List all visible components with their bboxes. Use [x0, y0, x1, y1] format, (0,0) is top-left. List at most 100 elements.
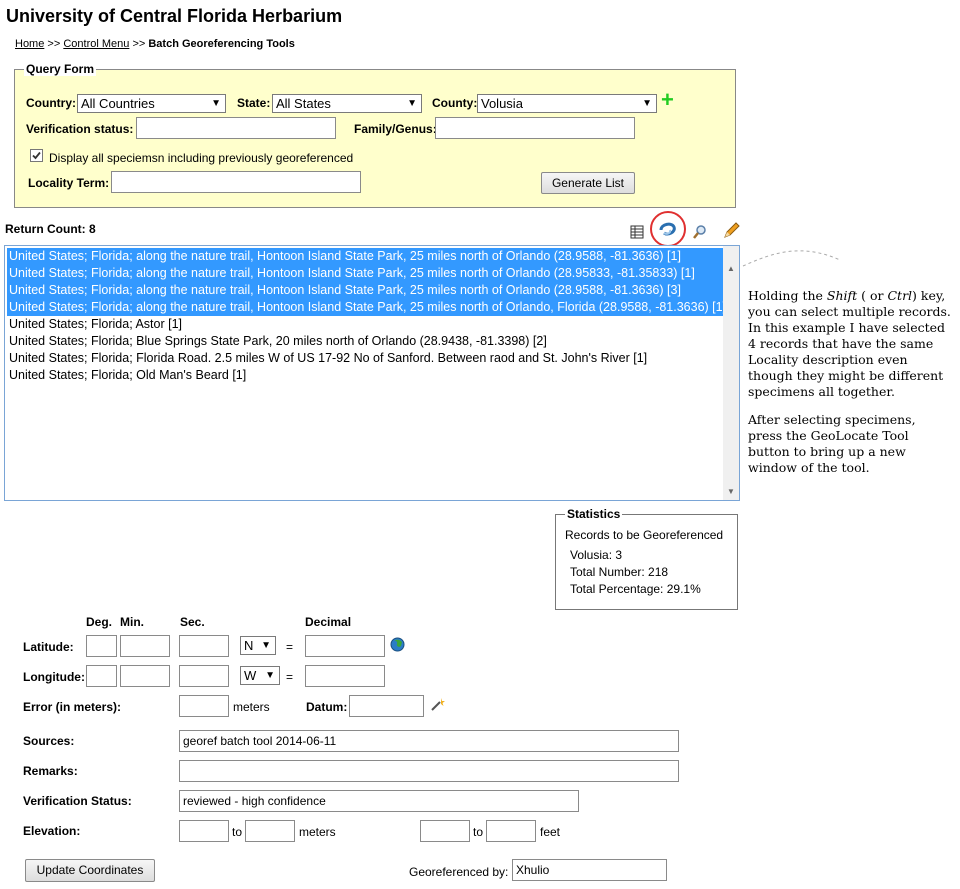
sources-input[interactable]: georef batch tool 2014-06-11 — [179, 730, 679, 752]
verification-status-label: Verification status: — [26, 122, 134, 136]
chevron-down-icon: ▼ — [261, 640, 271, 651]
elevation-max-meters-input[interactable] — [245, 820, 295, 842]
min-header: Min. — [120, 615, 144, 629]
statistics-subtitle: Records to be Georeferenced — [565, 528, 724, 542]
elevation-to-label-feet: to — [473, 825, 484, 839]
elevation-min-meters-input[interactable] — [179, 820, 229, 842]
error-units: meters — [233, 700, 270, 714]
list-item[interactable]: United States; Florida; along the nature… — [7, 282, 726, 299]
elevation-feet-units: feet — [540, 825, 561, 839]
georeferenced-by-input[interactable]: Xhulio — [512, 859, 667, 881]
deg-header: Deg. — [86, 615, 113, 629]
longitude-equals: = — [286, 670, 294, 684]
query-form-legend: Query Form — [24, 62, 97, 76]
generate-list-button[interactable]: Generate List — [541, 172, 635, 194]
statistics-county: Volusia: 3 — [570, 548, 623, 562]
locality-term-label: Locality Term: — [28, 176, 110, 190]
longitude-label: Longitude: — [23, 670, 85, 684]
country-select[interactable]: All Countries ▼ — [77, 94, 226, 113]
add-plus-icon[interactable]: + — [661, 89, 674, 111]
remarks-input[interactable] — [179, 760, 679, 782]
breadcrumb-separator: >> — [132, 38, 146, 50]
statistics-total: Total Number: 218 — [570, 565, 669, 579]
chevron-down-icon: ▼ — [211, 98, 221, 109]
display-all-checkbox[interactable] — [30, 149, 43, 162]
page-title: University of Central Florida Herbarium — [6, 6, 343, 26]
listbox-scrollbar[interactable]: ▲ ▼ — [723, 246, 739, 500]
annotation-arrow — [742, 250, 841, 267]
verification-status-field[interactable]: reviewed - high confidence — [179, 790, 579, 812]
table-view-icon[interactable] — [630, 225, 644, 242]
list-item[interactable]: United States; Florida; along the nature… — [7, 248, 726, 265]
longitude-sec-input[interactable] — [179, 665, 229, 687]
chevron-down-icon: ▼ — [642, 98, 652, 109]
longitude-direction-select[interactable]: W ▼ — [240, 666, 280, 685]
datum-input[interactable] — [349, 695, 424, 717]
list-item[interactable]: United States; Florida; along the nature… — [7, 299, 726, 316]
elevation-max-feet-input[interactable] — [486, 820, 536, 842]
annotation-note: Holding the Shift ( or Ctrl) key, you ca… — [748, 288, 951, 475]
state-label: State: — [237, 96, 271, 110]
longitude-direction-value: W — [244, 668, 257, 683]
family-genus-input[interactable] — [435, 117, 635, 139]
globe-icon[interactable] — [390, 637, 405, 655]
latitude-sec-input[interactable] — [179, 635, 229, 657]
records-listbox[interactable]: United States; Florida; along the nature… — [4, 245, 740, 501]
latitude-direction-value: N — [244, 638, 254, 653]
county-label: County: — [432, 96, 478, 110]
error-label: Error (in meters): — [23, 700, 122, 714]
latitude-direction-select[interactable]: N ▼ — [240, 636, 276, 655]
country-select-value: All Countries — [81, 96, 155, 111]
wand-icon[interactable] — [430, 697, 445, 715]
decimal-header: Decimal — [305, 615, 352, 629]
display-all-label: Display all speciemsn including previous… — [49, 151, 354, 165]
breadcrumb-home-link[interactable]: Home — [15, 38, 44, 50]
return-count: Return Count: 8 — [5, 222, 96, 236]
chevron-down-icon: ▼ — [265, 670, 275, 681]
datum-label: Datum: — [306, 700, 348, 714]
longitude-deg-input[interactable] — [86, 665, 117, 687]
list-item[interactable]: United States; Florida; Old Man's Beard … — [7, 367, 726, 384]
longitude-min-input[interactable] — [120, 665, 170, 687]
scroll-down-icon[interactable]: ▼ — [727, 487, 735, 496]
family-genus-label: Family/Genus: — [354, 122, 437, 136]
breadcrumb-current: Batch Georeferencing Tools — [148, 38, 295, 50]
geolocate-tool-icon[interactable] — [658, 220, 678, 243]
elevation-to-label: to — [232, 825, 243, 839]
verification-status-input[interactable] — [136, 117, 336, 139]
list-item[interactable]: United States; Florida; Florida Road. 2.… — [7, 350, 726, 367]
latitude-deg-input[interactable] — [86, 635, 117, 657]
pencil-icon[interactable] — [721, 221, 741, 244]
breadcrumb-control-menu-link[interactable]: Control Menu — [63, 38, 129, 50]
elevation-min-feet-input[interactable] — [420, 820, 470, 842]
list-item[interactable]: United States; Florida; Astor [1] — [7, 316, 726, 333]
magnifier-icon[interactable] — [692, 224, 708, 243]
scroll-up-icon[interactable]: ▲ — [727, 264, 735, 273]
breadcrumb-separator: >> — [47, 38, 61, 50]
latitude-min-input[interactable] — [120, 635, 170, 657]
locality-term-input[interactable] — [111, 171, 361, 193]
list-item[interactable]: United States; Florida; Blue Springs Sta… — [7, 333, 726, 350]
longitude-decimal-input[interactable] — [305, 665, 385, 687]
chevron-down-icon: ▼ — [407, 98, 417, 109]
state-select-value: All States — [276, 96, 331, 111]
checkmark-icon — [32, 151, 41, 160]
elevation-meters-units: meters — [299, 825, 336, 839]
list-item[interactable]: United States; Florida; along the nature… — [7, 265, 726, 282]
remarks-label: Remarks: — [23, 764, 78, 778]
latitude-decimal-input[interactable] — [305, 635, 385, 657]
latitude-equals: = — [286, 640, 294, 654]
sources-label: Sources: — [23, 734, 75, 748]
verification-status-label-2: Verification Status: — [23, 794, 132, 808]
county-select-value: Volusia — [481, 96, 523, 111]
error-input[interactable] — [179, 695, 229, 717]
update-coordinates-button[interactable]: Update Coordinates — [25, 859, 155, 882]
sec-header: Sec. — [180, 615, 205, 629]
georeferenced-by-label: Georeferenced by: — [409, 865, 509, 879]
statistics-legend: Statistics — [565, 507, 623, 521]
state-select[interactable]: All States ▼ — [272, 94, 422, 113]
breadcrumb: Home >> Control Menu >> Batch Georeferen… — [15, 38, 295, 50]
statistics-percentage: Total Percentage: 29.1% — [570, 582, 701, 596]
county-select[interactable]: Volusia ▼ — [477, 94, 657, 113]
elevation-label: Elevation: — [23, 824, 81, 838]
